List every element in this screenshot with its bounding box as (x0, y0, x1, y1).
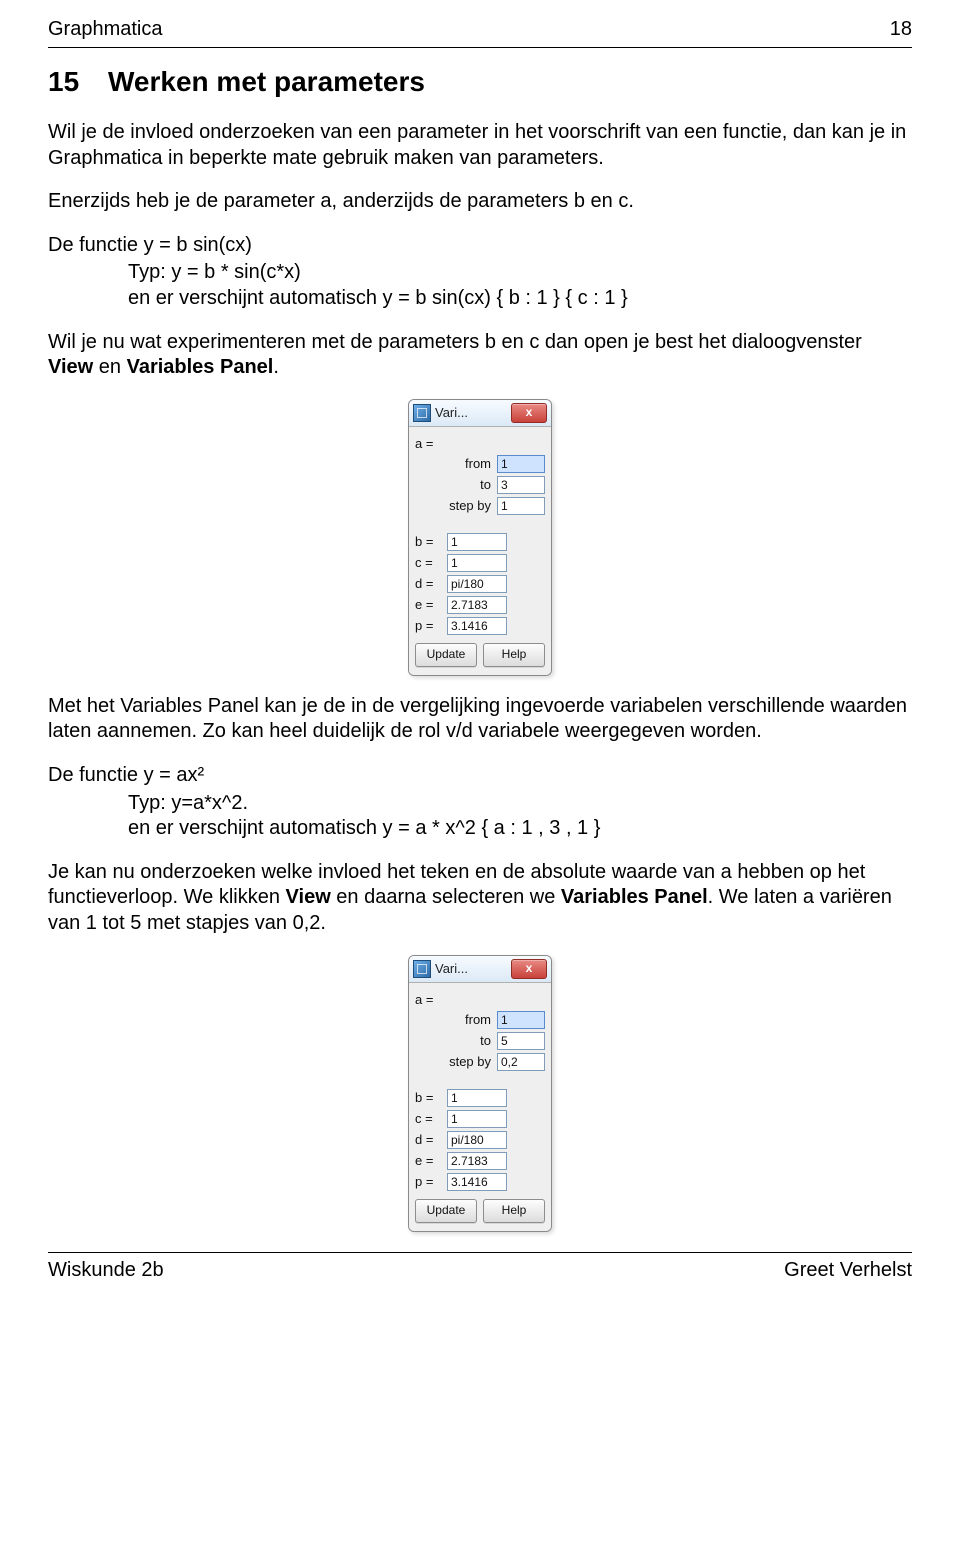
footer-right: Greet Verhelst (784, 1259, 912, 1282)
footer-left: Wiskunde 2b (48, 1259, 164, 1282)
paragraph-5-view-bold: View (286, 886, 331, 908)
section-title: Werken met parameters (108, 66, 425, 97)
titlebar[interactable]: Vari... x (409, 956, 551, 983)
paragraph-5-variables-panel-bold: Variables Panel (561, 886, 708, 908)
help-button[interactable]: Help (483, 1199, 545, 1223)
paragraph-1: Wil je de invloed onderzoeken van een pa… (48, 120, 912, 171)
e-input[interactable]: 2.7183 (447, 596, 507, 614)
from-label: from (465, 1012, 491, 1027)
variables-panel-1: Vari... x a = from 1 to 3 step by 1 b = 1 c … (408, 399, 552, 676)
p-input[interactable]: 3.1416 (447, 617, 507, 635)
window-title: Vari... (435, 405, 507, 420)
function2-typ: Typ: y=a*x^2. (128, 791, 912, 817)
paragraph-3-view-bold: View (48, 356, 93, 378)
d-input[interactable]: pi/180 (447, 1131, 507, 1149)
paragraph-5: Je kan nu onderzoeken welke invloed het … (48, 860, 912, 937)
a-label: a = (415, 436, 433, 451)
paragraph-3: Wil je nu wat experimenteren met de para… (48, 330, 912, 381)
function1-heading: De functie y = b sin(cx) (48, 233, 912, 259)
variables-panel-2: Vari... x a = from1 to5 step by0,2 b =1 … (408, 955, 552, 1232)
step-input[interactable]: 1 (497, 497, 545, 515)
to-input[interactable]: 3 (497, 476, 545, 494)
to-input[interactable]: 5 (497, 1032, 545, 1050)
paragraph-4: Met het Variables Panel kan je de in de … (48, 694, 912, 745)
help-button[interactable]: Help (483, 643, 545, 667)
close-button[interactable]: x (511, 959, 547, 979)
c-input[interactable]: 1 (447, 1110, 507, 1128)
paragraph-3a: Wil je nu wat experimenteren met de para… (48, 331, 862, 353)
to-label: to (480, 1033, 491, 1048)
p-label: p = (415, 618, 441, 633)
step-input[interactable]: 0,2 (497, 1053, 545, 1071)
window-title: Vari... (435, 961, 507, 976)
paragraph-3e: . (273, 356, 279, 378)
a-label: a = (415, 992, 433, 1007)
e-label: e = (415, 597, 441, 612)
footer-rule (48, 1252, 912, 1253)
close-button[interactable]: x (511, 403, 547, 423)
paragraph-2: Enerzijds heb je de parameter a, anderzi… (48, 189, 912, 215)
e-input[interactable]: 2.7183 (447, 1152, 507, 1170)
update-button[interactable]: Update (415, 1199, 477, 1223)
function1-typ: Typ: y = b * sin(c*x) (128, 260, 912, 286)
function1-auto: en er verschijnt automatisch y = b sin(c… (128, 286, 912, 312)
section-heading: 15Werken met parameters (48, 66, 912, 98)
c-label: c = (415, 555, 441, 570)
paragraph-3c: en (93, 356, 126, 378)
d-input[interactable]: pi/180 (447, 575, 507, 593)
update-button[interactable]: Update (415, 643, 477, 667)
function2-heading: De functie y = ax² (48, 763, 912, 789)
header-rule (48, 47, 912, 48)
d-label: d = (415, 576, 441, 591)
from-input[interactable]: 1 (497, 455, 545, 473)
b-label: b = (415, 1090, 441, 1105)
d-label: d = (415, 1132, 441, 1147)
e-label: e = (415, 1153, 441, 1168)
b-input[interactable]: 1 (447, 533, 507, 551)
paragraph-3-variables-panel-bold: Variables Panel (127, 356, 274, 378)
c-label: c = (415, 1111, 441, 1126)
from-label: from (465, 456, 491, 471)
p-input[interactable]: 3.1416 (447, 1173, 507, 1191)
b-input[interactable]: 1 (447, 1089, 507, 1107)
section-number: 15 (48, 66, 108, 98)
app-icon (413, 960, 431, 978)
step-label: step by (449, 498, 491, 513)
close-icon: x (526, 961, 533, 975)
titlebar[interactable]: Vari... x (409, 400, 551, 427)
b-label: b = (415, 534, 441, 549)
c-input[interactable]: 1 (447, 554, 507, 572)
paragraph-5c: en daarna selecteren we (331, 886, 561, 908)
close-icon: x (526, 405, 533, 419)
to-label: to (480, 477, 491, 492)
header-page-number: 18 (890, 18, 912, 41)
step-label: step by (449, 1054, 491, 1069)
from-input[interactable]: 1 (497, 1011, 545, 1029)
header-left: Graphmatica (48, 18, 163, 41)
p-label: p = (415, 1174, 441, 1189)
app-icon (413, 404, 431, 422)
function2-auto: en er verschijnt automatisch y = a * x^2… (128, 816, 912, 842)
